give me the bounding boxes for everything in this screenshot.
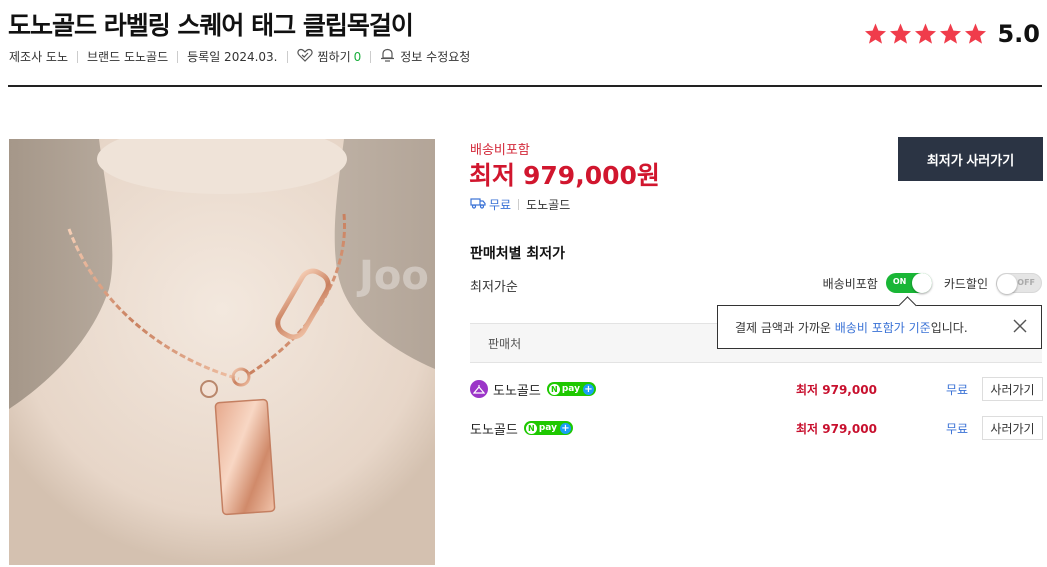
shipping-included-toggle[interactable]: ON: [885, 273, 932, 293]
toggle-state-off: OFF: [1017, 278, 1035, 287]
wish-label: 찜하기: [317, 50, 351, 64]
registered-date: 등록일 2024.03.: [187, 50, 278, 64]
product-title: 도노골드 라벨링 스퀘어 태그 클립목걸이: [8, 11, 414, 40]
close-icon[interactable]: [1013, 319, 1027, 333]
shipping-toggle-label: 배송비포함: [822, 276, 878, 291]
title-divider: [8, 85, 1042, 87]
seller-row[interactable]: 도노골드 Npay + 최저 979,000 무료 사러가기: [470, 375, 1043, 403]
divider: [286, 50, 288, 63]
filter-toggles: 배송비포함 ON 카드할인 OFF: [822, 273, 1042, 294]
toggle-state-on: ON: [892, 277, 907, 286]
seller-price: 최저 979,000: [796, 382, 877, 397]
divider: [177, 50, 179, 63]
star-icon: [890, 23, 912, 44]
divider: [370, 50, 372, 63]
seller-shipping: 무료: [946, 382, 969, 397]
seller-cell: 도노골드 Npay +: [470, 380, 596, 399]
buy-button[interactable]: 사러가기: [982, 377, 1043, 401]
product-meta: 제조사 도노 브랜드 도노골드 등록일 2024.03. 찜하기 0 정보 수정…: [9, 48, 470, 65]
divider: [518, 199, 520, 210]
delivery-free: 무료: [489, 198, 512, 212]
seller-cell: 도노골드 Npay +: [470, 419, 573, 438]
seller-name[interactable]: 도노골드: [470, 419, 518, 438]
tooltip-text: 결제 금액과 가까운 배송비 포함가 기준입니다.: [735, 320, 968, 335]
truck-icon: [470, 197, 486, 212]
lowest-price-buy-button[interactable]: 최저가 사러가기: [898, 137, 1043, 181]
delivery-info: 무료 도노골드: [470, 196, 570, 213]
wish-button[interactable]: 찜하기 0: [296, 48, 362, 65]
seller-price: 최저 979,000: [796, 421, 877, 436]
buy-button[interactable]: 사러가기: [982, 416, 1043, 440]
npay-badge: Npay +: [523, 421, 573, 435]
lowest-price-value: 979,000원: [523, 161, 660, 190]
seller-name[interactable]: 도노골드: [493, 380, 541, 399]
star-icon: [865, 23, 887, 44]
delivery-seller[interactable]: 도노골드: [526, 196, 570, 213]
product-image[interactable]: Joo: [9, 139, 435, 565]
sellers-section-title: 판매처별 최저가: [470, 246, 566, 262]
brand-link[interactable]: 브랜드 도노골드: [87, 48, 168, 65]
shipping-tooltip: 결제 금액과 가까운 배송비 포함가 기준입니다.: [717, 305, 1042, 349]
lowest-price: 최저 979,000원: [469, 156, 660, 192]
edit-request-button[interactable]: 정보 수정요청: [380, 48, 470, 65]
rating-score: 5.0: [997, 20, 1040, 48]
star-icon: [915, 23, 937, 44]
bell-icon: [380, 48, 395, 65]
toggle-knob: [911, 273, 932, 293]
edit-request-label: 정보 수정요청: [400, 50, 471, 64]
column-seller: 판매처: [488, 336, 522, 351]
star-icon: [965, 23, 987, 44]
lowest-label: 최저: [469, 161, 516, 190]
seller-row[interactable]: 도노골드 Npay + 최저 979,000 무료 사러가기: [470, 414, 1043, 442]
rating: 5.0: [863, 20, 1040, 48]
shopping-mall-icon: [470, 380, 488, 398]
seller-shipping: 무료: [946, 421, 969, 436]
manufacturer: 제조사 도노: [9, 50, 69, 64]
sort-option[interactable]: 최저가순: [470, 276, 518, 295]
toggle-knob: [997, 274, 1017, 294]
npay-badge: Npay +: [546, 382, 596, 396]
divider: [77, 50, 79, 63]
card-toggle-label: 카드할인: [943, 276, 988, 291]
star-icon: [940, 23, 962, 44]
card-discount-toggle[interactable]: OFF: [996, 273, 1042, 294]
watermark-text: Joo: [356, 253, 429, 299]
wish-count: 0: [353, 49, 362, 64]
star-rating: [863, 22, 988, 46]
heart-check-icon: [296, 48, 313, 65]
